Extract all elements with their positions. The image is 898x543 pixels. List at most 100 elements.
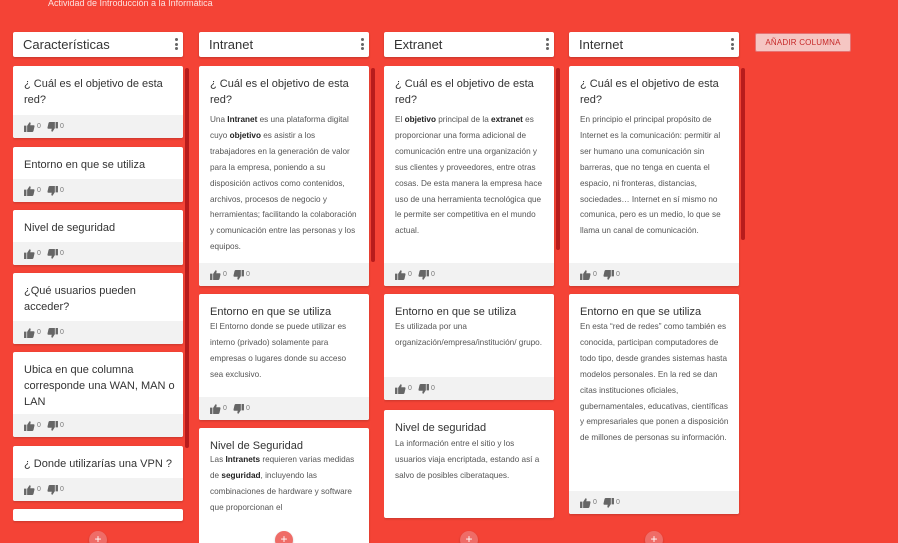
post-reactions: 00 <box>384 263 554 286</box>
column-card-list[interactable]: ¿ Cuál es el objetivo de esta red? El obj… <box>384 66 560 543</box>
thumbs-up-icon <box>395 270 406 280</box>
add-post-button[interactable]: + <box>645 531 663 543</box>
post-card[interactable]: ¿ Cuál es el objetivo de esta red? En pri… <box>569 66 739 286</box>
add-post-button[interactable]: + <box>275 531 293 543</box>
column-1: Características ¿ Cuál es el objetivo de … <box>13 32 189 532</box>
post-card[interactable]: ¿Qué usuarios pueden acceder? 0 0 <box>13 273 183 344</box>
like-count: 0 <box>408 271 412 278</box>
column-header: Extranet <box>384 32 554 57</box>
like-count: 0 <box>37 486 41 493</box>
post-body: Una Intranet es una plataforma digital c… <box>210 115 357 252</box>
thumbs-up-icon <box>210 270 221 280</box>
post-card[interactable]: Nivel de seguridad 0 0 <box>13 210 183 265</box>
column-card-list[interactable]: ¿ Cuál es el objetivo de esta red? Una In… <box>199 66 375 543</box>
post-body: El Entorno donde se puede utilizar es in… <box>210 322 347 379</box>
post-body: Es utilizada por una organización/empres… <box>395 322 543 347</box>
thumbs-down-icon <box>47 249 58 259</box>
post-body: En principio el principal propósito de I… <box>580 115 721 236</box>
thumbs-down-icon <box>47 186 58 196</box>
column-3: Extranet ¿ Cuál es el objetivo de esta re… <box>384 32 560 532</box>
thumbs-up-icon <box>24 249 35 259</box>
column-scrollbar[interactable] <box>741 68 745 240</box>
add-column-button[interactable]: AÑADIR COLUMNA <box>755 33 851 52</box>
post-card[interactable]: Nivel de Seguridad Las Intranets requiere… <box>199 428 369 543</box>
thumbs-down-icon <box>47 328 58 338</box>
column-scrollbar[interactable] <box>185 68 189 448</box>
page-title: Actividad de Introducción a la Informáti… <box>48 0 213 8</box>
post-title: Entorno en que se utiliza <box>580 306 702 318</box>
like-count: 0 <box>37 422 41 429</box>
dislike-count: 0 <box>616 499 620 506</box>
thumbs-up-icon <box>395 384 406 394</box>
add-post-button[interactable]: + <box>460 531 478 543</box>
post-reactions: 00 <box>199 397 369 420</box>
dislike-count: 0 <box>60 329 64 336</box>
column-header: Internet <box>569 32 739 57</box>
post-body: En esta “red de redes” como también es c… <box>580 322 729 443</box>
thumbs-down-icon <box>47 485 58 495</box>
post-body: El objetivo principal de la extranet es … <box>395 115 542 236</box>
post-card[interactable]: ¿ Cuál es el objetivo de esta red? 0 0 <box>13 66 183 138</box>
post-title: Entorno en que se utiliza <box>210 306 332 318</box>
column-title[interactable]: Extranet <box>394 37 442 52</box>
like-count: 0 <box>223 405 227 412</box>
add-post-button[interactable]: + <box>89 531 107 543</box>
post-title: ¿ Cuál es el objetivo de esta red? <box>210 78 349 106</box>
column-title[interactable]: Características <box>23 37 110 52</box>
column-title[interactable]: Internet <box>579 37 623 52</box>
thumbs-up-icon <box>580 498 591 508</box>
post-card[interactable]: Nivel de seguridad La información entre e… <box>384 410 554 518</box>
post-card[interactable] <box>13 509 183 521</box>
thumbs-down-icon <box>233 270 244 280</box>
column-card-list[interactable]: ¿ Cuál es el objetivo de esta red? En pri… <box>569 66 745 543</box>
dislike-count: 0 <box>60 422 64 429</box>
post-reactions: 00 <box>13 242 183 265</box>
column-menu-icon[interactable] <box>729 36 735 52</box>
thumbs-up-icon <box>24 421 35 431</box>
like-count: 0 <box>37 250 41 257</box>
thumbs-up-icon <box>580 270 591 280</box>
post-title: ¿ Cuál es el objetivo de esta red? <box>580 78 719 106</box>
column-4: Internet ¿ Cuál es el objetivo de esta re… <box>569 32 745 532</box>
dislike-count: 0 <box>60 250 64 257</box>
dislike-count: 0 <box>431 271 435 278</box>
post-card[interactable]: Entorno en que se utiliza En esta “red de… <box>569 294 739 514</box>
post-card[interactable]: Entorno en que se utiliza Es utilizada po… <box>384 294 554 400</box>
like-count: 0 <box>593 271 597 278</box>
dislike-count: 0 <box>60 486 64 493</box>
thumbs-down-icon <box>233 404 244 414</box>
post-reactions: 00 <box>569 491 739 514</box>
column-card-list[interactable]: ¿ Cuál es el objetivo de esta red? 0 0 Ento… <box>13 66 189 543</box>
dislike-count: 0 <box>60 123 64 130</box>
post-title: ¿Qué usuarios pueden acceder? <box>24 285 136 313</box>
thumbs-up-icon <box>210 404 221 414</box>
column-scrollbar[interactable] <box>556 68 560 250</box>
post-title: ¿ Cuál es el objetivo de esta red? <box>395 78 534 106</box>
column-menu-icon[interactable] <box>544 36 550 52</box>
post-card[interactable]: Ubica en que columna corresponde una WAN… <box>13 352 183 437</box>
post-reactions: 00 <box>13 179 183 202</box>
column-menu-icon[interactable] <box>359 36 365 52</box>
thumbs-up-icon <box>24 485 35 495</box>
column-menu-icon[interactable] <box>173 36 179 52</box>
thumbs-up-icon <box>24 186 35 196</box>
post-title: ¿ Donde utilizarías una VPN ? <box>24 458 172 470</box>
column-scrollbar[interactable] <box>371 68 375 262</box>
post-card[interactable]: ¿ Cuál es el objetivo de esta red? Una In… <box>199 66 369 286</box>
post-card[interactable]: Entorno en que se utiliza El Entorno dond… <box>199 294 369 420</box>
post-title: ¿ Cuál es el objetivo de esta red? <box>24 78 163 106</box>
like-count: 0 <box>37 123 41 130</box>
post-title: Nivel de seguridad <box>395 422 487 434</box>
post-card[interactable]: ¿ Donde utilizarías una VPN ? 0 0 <box>13 446 183 501</box>
thumbs-down-icon <box>418 384 429 394</box>
like-count: 0 <box>408 385 412 392</box>
column-title[interactable]: Intranet <box>209 37 253 52</box>
post-card[interactable]: Entorno en que se utiliza 0 0 <box>13 147 183 202</box>
thumbs-down-icon <box>47 122 58 132</box>
post-card[interactable]: ¿ Cuál es el objetivo de esta red? El obj… <box>384 66 554 286</box>
thumbs-down-icon <box>603 498 614 508</box>
post-body: Las Intranets requieren varias medidas d… <box>210 455 355 512</box>
thumbs-up-icon <box>24 122 35 132</box>
post-reactions: 00 <box>569 263 739 286</box>
post-reactions: 00 <box>199 263 369 286</box>
